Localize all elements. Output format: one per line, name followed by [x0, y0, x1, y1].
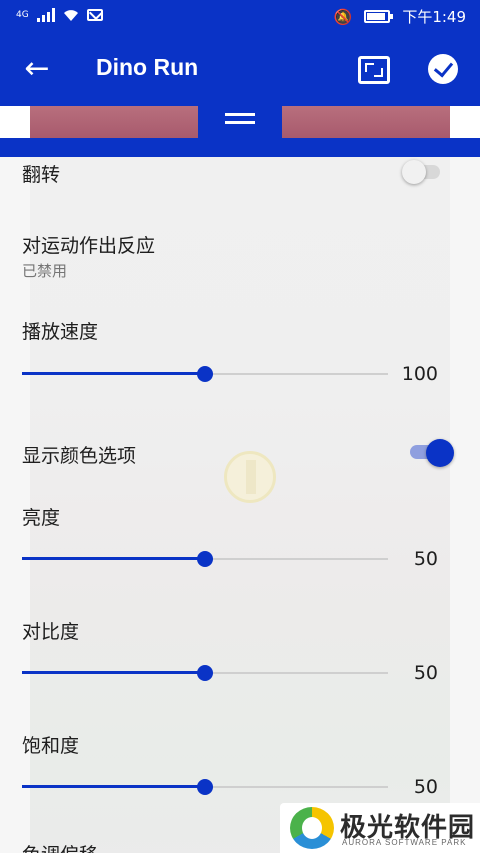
status-bar-left: 4G [16, 8, 103, 22]
flip-toggle[interactable] [400, 157, 448, 185]
brightness-label: 亮度 [22, 507, 61, 529]
contrast-slider[interactable] [22, 663, 388, 683]
settings-panel: 翻转 对运动作出反应 已禁用 播放速度 100 显示颜色选项 亮度 50 对比度… [0, 157, 480, 853]
fullscreen-icon[interactable] [358, 56, 390, 84]
watermark: 极光软件园 AURORA SOFTWARE PARK [280, 803, 480, 853]
coin-image [224, 451, 276, 503]
motion-label[interactable]: 对运动作出反应 [22, 231, 155, 258]
brightness-slider-thumb[interactable] [197, 551, 213, 567]
flip-label: 翻转 [22, 164, 61, 186]
speed-slider[interactable] [22, 364, 388, 384]
network-type: 4G [16, 10, 29, 20]
preview-image-right [282, 106, 450, 138]
status-bar-right: 🔕 下午1:49 [334, 6, 466, 27]
contrast-value: 50 [413, 662, 438, 684]
back-arrow-icon[interactable]: ← [18, 52, 56, 88]
saturation-slider-fill [22, 785, 205, 788]
battery-icon [364, 10, 394, 23]
brightness-slider[interactable] [22, 549, 388, 569]
brightness-slider-fill [22, 557, 205, 560]
hue-shift-label: 色调偏移 [22, 840, 98, 853]
status-time: 下午1:49 [402, 8, 466, 26]
speed-slider-thumb[interactable] [197, 366, 213, 382]
background-game-image [30, 157, 450, 853]
color-options-label: 显示颜色选项 [22, 445, 137, 467]
color-options-toggle[interactable] [406, 437, 458, 467]
watermark-subtitle: AURORA SOFTWARE PARK [342, 838, 467, 847]
brightness-value: 50 [413, 548, 438, 570]
panel-header-bar [0, 138, 480, 157]
speed-value: 100 [401, 363, 438, 385]
drag-handle-icon[interactable] [225, 113, 255, 127]
color-options-toggle-thumb [426, 439, 454, 467]
speed-slider-fill [22, 372, 205, 375]
mail-icon [86, 9, 103, 21]
contrast-label: 对比度 [22, 621, 80, 643]
motion-status: 已禁用 [22, 262, 68, 280]
status-bar: 4G 🔕 下午1:49 [0, 0, 480, 34]
contrast-slider-fill [22, 671, 205, 674]
saturation-slider[interactable] [22, 777, 388, 797]
preview-image-left [30, 106, 198, 138]
page-title: Dino Run [96, 54, 199, 80]
check-icon[interactable] [428, 54, 458, 84]
saturation-label: 饱和度 [22, 735, 80, 757]
signal-icon [36, 8, 55, 22]
mute-bell-icon: 🔕 [333, 7, 353, 26]
wifi-icon [63, 10, 78, 21]
app-bar: ← Dino Run [0, 34, 480, 106]
aurora-logo-icon [290, 807, 334, 849]
saturation-value: 50 [413, 776, 438, 798]
contrast-slider-thumb[interactable] [197, 665, 213, 681]
flip-toggle-thumb [402, 160, 426, 184]
saturation-slider-thumb[interactable] [197, 779, 213, 795]
speed-label: 播放速度 [22, 321, 99, 343]
